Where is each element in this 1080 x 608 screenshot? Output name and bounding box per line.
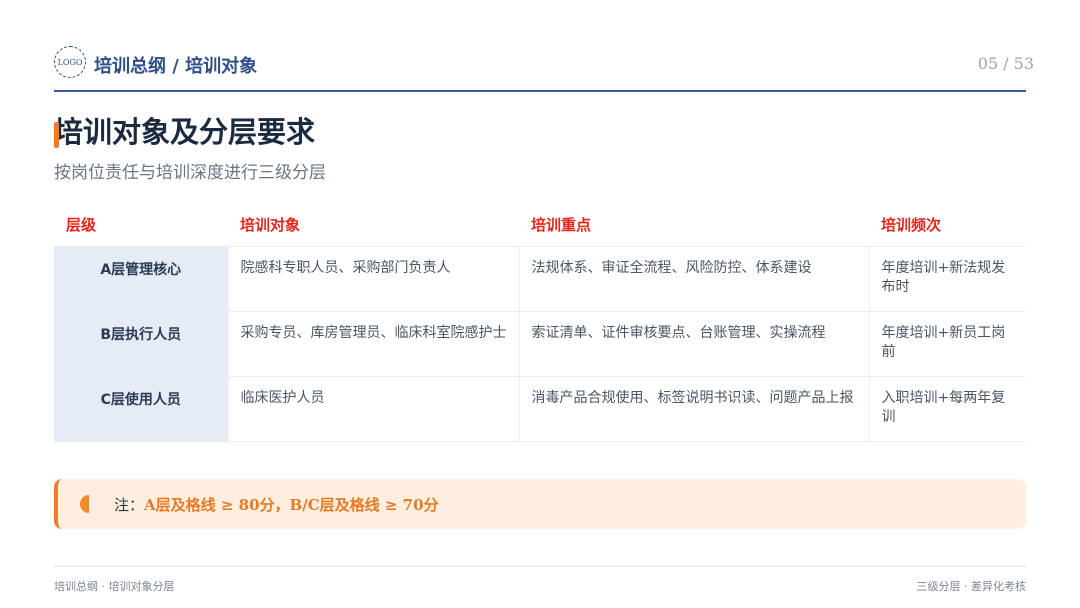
table-row: C层使用人员 临床医护人员 消毒产品合规使用、标签说明书识读、问题产品上报 入职… <box>54 376 1026 442</box>
column-header-frequency: 培训频次 <box>869 202 1026 247</box>
footer-right-text: 三级分层 · 差异化考核 <box>916 580 1027 593</box>
page-subtitle: 按岗位责任与培训深度进行三级分层 <box>54 163 326 183</box>
cell-target: 院感科专职人员、采购部门负责人 <box>227 246 519 312</box>
title-accent-bar <box>54 122 59 148</box>
slide-header: LOGO 培训总纲 / 培训对象 05 / 53 <box>54 44 1034 92</box>
table-header-row: 层级 培训对象 培训重点 培训频次 <box>54 202 1026 247</box>
cell-level: A层管理核心 <box>54 246 228 312</box>
cell-target: 采购专员、库房管理员、临床科室院感护士 <box>227 311 519 377</box>
cell-focus: 索证清单、证件审核要点、台账管理、实操流程 <box>518 311 869 377</box>
slide-page: LOGO 培训总纲 / 培训对象 05 / 53 培训对象及分层要求 按岗位责任… <box>0 0 1080 608</box>
half-circle-icon <box>80 495 98 513</box>
cell-focus: 消毒产品合规使用、标签说明书识读、问题产品上报 <box>518 376 869 442</box>
note-label: 注： <box>114 496 145 514</box>
table-row: B层执行人员 采购专员、库房管理员、临床科室院感护士 索证清单、证件审核要点、台… <box>54 311 1026 377</box>
cell-level: C层使用人员 <box>54 376 228 442</box>
passing-score-note: 注：A层及格线 ≥ 80分，B/C层及格线 ≥ 70分 <box>54 479 1026 529</box>
cell-target: 临床医护人员 <box>227 376 519 442</box>
cell-frequency: 年度培训+新法规发布时 <box>868 246 1026 312</box>
table-row: A层管理核心 院感科专职人员、采购部门负责人 法规体系、审证全流程、风险防控、体… <box>54 246 1026 312</box>
logo-icon: LOGO <box>54 46 86 78</box>
training-levels-table: 层级 培训对象 培训重点 培训频次 A层管理核心 院感科专职人员、采购部门负责人… <box>54 202 1026 442</box>
page-number: 05 / 53 <box>977 54 1034 73</box>
note-text: 注：A层及格线 ≥ 80分，B/C层及格线 ≥ 70分 <box>114 494 439 515</box>
cell-focus: 法规体系、审证全流程、风险防控、体系建设 <box>518 246 869 312</box>
cell-level: B层执行人员 <box>54 311 228 377</box>
cell-frequency: 年度培训+新员工岗前 <box>868 311 1026 377</box>
page-title: 培训对象及分层要求 <box>54 115 316 149</box>
column-header-level: 层级 <box>54 202 228 247</box>
header-title: 培训总纲 / 培训对象 <box>94 56 258 77</box>
slide-footer: 培训总纲 · 培训对象分层 三级分层 · 差异化考核 <box>54 566 1026 597</box>
footer-left-text: 培训总纲 · 培训对象分层 <box>54 580 175 593</box>
column-header-target: 培训对象 <box>228 202 519 247</box>
column-header-focus: 培训重点 <box>519 202 869 247</box>
note-body: A层及格线 ≥ 80分，B/C层及格线 ≥ 70分 <box>144 496 439 514</box>
cell-frequency: 入职培训+每两年复训 <box>868 376 1026 442</box>
title-section: 培训对象及分层要求 <box>54 112 315 152</box>
